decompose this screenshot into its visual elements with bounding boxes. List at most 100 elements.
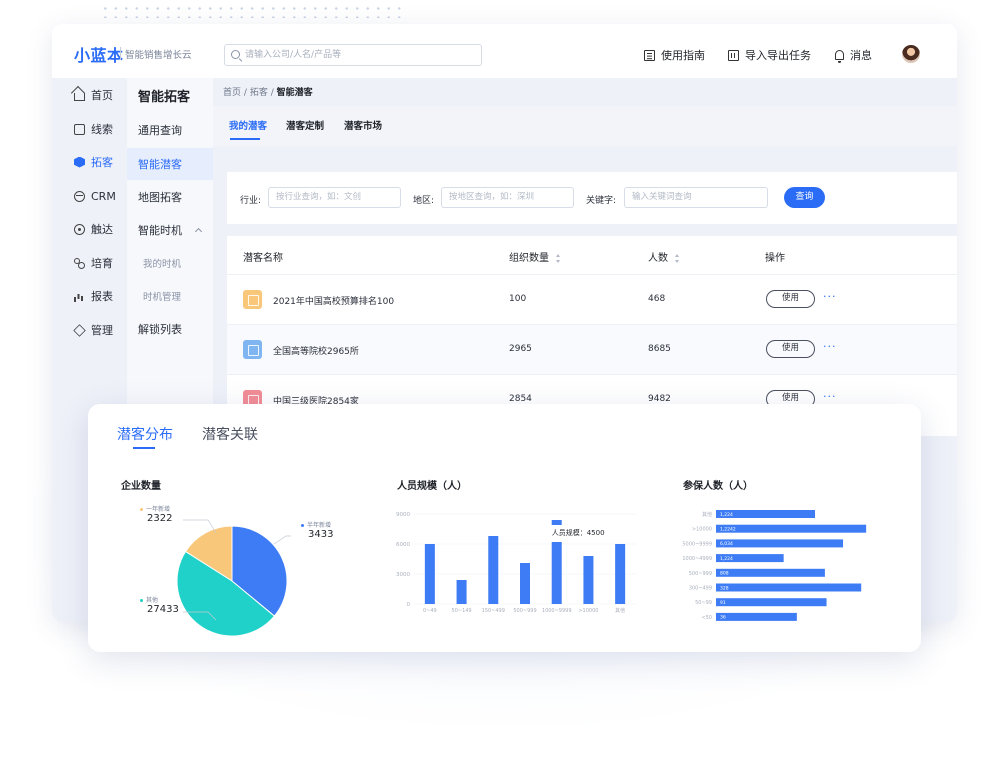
x-tick-label: 0~49	[423, 608, 437, 614]
x-tick-label: 1000~9999	[542, 608, 572, 614]
top-bar: 小蓝本 智能销售增长云 请输入公司/人名/产品等 使用指南 导入导出任务 消息	[52, 24, 957, 84]
more-icon[interactable]: ···	[823, 290, 837, 303]
bar[interactable]	[716, 583, 862, 592]
bar[interactable]	[716, 612, 797, 621]
subnav-item-my-timing[interactable]: 我的时机	[127, 247, 213, 279]
query-button[interactable]: 查询	[784, 187, 825, 208]
tab-prospect-market[interactable]: 潜客市场	[344, 118, 382, 132]
industry-label: 行业:	[240, 196, 262, 206]
import-export-label: 导入导出任务	[745, 49, 811, 62]
row-name[interactable]: 全国高等院校2965所	[273, 344, 359, 357]
x-tick-label: 50~149	[452, 608, 472, 614]
search-placeholder: 请输入公司/人名/产品等	[245, 50, 342, 60]
clue-icon	[74, 123, 85, 135]
x-tick-label: 150~499	[482, 608, 505, 614]
y-tick-label: 300~499	[689, 586, 712, 592]
subnav-item-unlock-list[interactable]: 解锁列表	[127, 313, 213, 345]
bar[interactable]	[424, 544, 435, 604]
bar-label: 1,224	[720, 512, 733, 518]
bar[interactable]	[520, 563, 530, 604]
y-tick-label: 0	[407, 602, 411, 608]
nav-item-home[interactable]: 首页	[52, 78, 127, 112]
keyword-input[interactable]: 输入关键词查询	[624, 187, 768, 208]
bar[interactable]	[551, 542, 562, 604]
bar[interactable]	[716, 568, 825, 577]
chevron-up-icon	[194, 227, 203, 236]
y-tick-label: 3000	[396, 572, 410, 578]
more-icon[interactable]: ···	[823, 340, 837, 353]
bar[interactable]	[716, 598, 827, 607]
subnav-item-map-prospect[interactable]: 地图拓客	[127, 181, 213, 213]
insured-count-bar-chart: 其他 1,224 >10000 1,2242 5000~9999 6,034 1000~49…	[682, 510, 867, 621]
subnav-item-smart-prospects[interactable]: 智能潜客	[127, 148, 213, 180]
nav-item-manage[interactable]: 管理	[52, 313, 127, 347]
pie-legend-label: 其他	[140, 595, 158, 604]
bar[interactable]	[488, 536, 499, 604]
nurture-icon	[74, 257, 85, 269]
user-avatar[interactable]	[902, 45, 920, 63]
pie-legend-label: 半年新增	[301, 520, 331, 529]
x-tick-label: 500~999	[513, 608, 536, 614]
document-icon	[644, 49, 655, 61]
bar[interactable]	[583, 556, 594, 604]
row-name[interactable]: 2021年中国高校预算排名100	[273, 294, 394, 307]
nav-label: 触达	[91, 223, 113, 236]
industry-input[interactable]: 按行业查询，如：文创	[268, 187, 401, 208]
tooltip-marker	[551, 520, 562, 525]
nav-label: 报表	[91, 290, 113, 303]
nav-item-report[interactable]: 报表	[52, 279, 127, 313]
messages-button[interactable]: 消息	[835, 47, 872, 63]
bar-label: 1,224	[720, 556, 733, 562]
crm-icon	[74, 190, 85, 202]
header-label: 人数	[648, 253, 668, 264]
use-button[interactable]: 使用	[766, 340, 815, 358]
subnav-item-general-query[interactable]: 通用查询	[127, 114, 213, 146]
import-export-button[interactable]: 导入导出任务	[728, 47, 811, 63]
guide-button[interactable]: 使用指南	[644, 47, 705, 63]
bar-label: 328	[720, 585, 729, 591]
row-orgs: 100	[509, 294, 527, 304]
nav-item-nurture[interactable]: 培育	[52, 246, 127, 280]
nav-label: 拓客	[91, 156, 113, 169]
nav-item-prospect[interactable]: 拓客	[52, 145, 127, 179]
subnav-item-timing-manage[interactable]: 时机管理	[127, 280, 213, 312]
messages-label: 消息	[850, 49, 872, 62]
y-tick-label: 1000~4999	[682, 556, 712, 562]
staff-size-bar-chart: 9000 6000 3000 0 0~49 50~149 150~499 500~999 100…	[396, 512, 636, 614]
app-logo[interactable]: 小蓝本	[74, 42, 124, 66]
table-row[interactable]: 全国高等院校2965所 2965 8685 使用 ···	[227, 324, 957, 374]
column-header-orgs[interactable]: 组织数量	[509, 249, 561, 264]
row-orgs: 2854	[509, 394, 532, 404]
bar[interactable]	[615, 544, 626, 604]
nav-label: 首页	[91, 89, 113, 102]
tab-prospect-distribution[interactable]: 潜客分布	[117, 424, 173, 444]
pie-leader-line	[273, 535, 291, 545]
more-icon[interactable]: ···	[823, 390, 837, 403]
nav-item-clues[interactable]: 线索	[52, 112, 127, 146]
bar-label: 36	[720, 615, 726, 621]
breadcrumb-parent[interactable]: 拓客	[250, 88, 268, 98]
breadcrumb-home[interactable]: 首页	[223, 88, 241, 98]
nav-item-crm[interactable]: CRM	[52, 179, 127, 213]
region-input[interactable]: 按地区查询，如：深圳	[441, 187, 574, 208]
bar-label: 91	[720, 600, 726, 606]
tab-my-prospects[interactable]: 我的潜客	[229, 118, 267, 132]
distribution-card: 潜客分布 潜客关联 企业数量 人员规模（人） 参保人数（人） 一年新增 2322…	[88, 404, 921, 652]
y-tick-label: 其他	[702, 511, 712, 518]
column-header-people[interactable]: 人数	[648, 249, 680, 264]
tab-prospect-association[interactable]: 潜客关联	[202, 424, 258, 444]
logo-divider	[120, 47, 121, 60]
table-row[interactable]: 2021年中国高校预算排名100 100 468 使用 ···	[227, 274, 957, 324]
y-tick-label: 9000	[396, 512, 410, 518]
nav-label: 线索	[91, 123, 113, 136]
subnav-item-smart-timing[interactable]: 智能时机	[127, 214, 213, 246]
bar-chart-title: 人员规模（人）	[397, 481, 467, 492]
nav-item-reach[interactable]: 触达	[52, 212, 127, 246]
tab-prospect-custom[interactable]: 潜客定制	[286, 118, 324, 132]
global-search-input[interactable]: 请输入公司/人名/产品等	[224, 44, 482, 66]
bar[interactable]	[716, 524, 867, 533]
row-people: 468	[648, 294, 666, 304]
use-button[interactable]: 使用	[766, 290, 815, 308]
bar[interactable]	[716, 539, 844, 548]
bar[interactable]	[456, 580, 467, 604]
